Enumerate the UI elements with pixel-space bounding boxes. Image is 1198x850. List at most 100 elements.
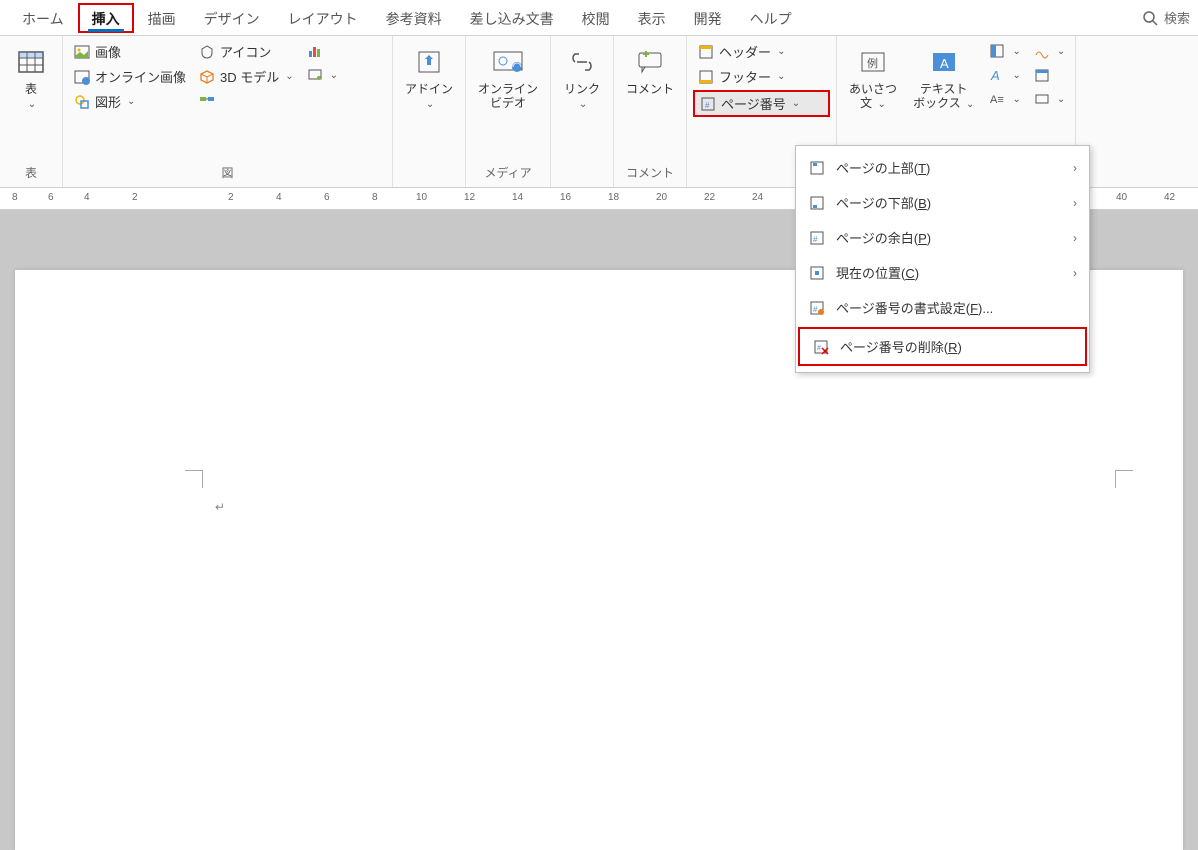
current-position-icon <box>808 264 826 282</box>
comment-icon <box>632 44 668 80</box>
tab-view[interactable]: 表示 <box>624 3 680 33</box>
online-picture-icon <box>73 68 91 86</box>
comment-button[interactable]: コメント <box>620 40 680 100</box>
chevron-right-icon: › <box>1073 231 1077 245</box>
link-icon <box>564 44 600 80</box>
footer-icon <box>697 68 715 86</box>
greeting-button[interactable]: 例 あいさつ 文 ⌄ <box>843 40 903 115</box>
dropcap-button[interactable]: A≡⌄ <box>984 88 1024 110</box>
svg-text:#: # <box>813 305 818 314</box>
group-addins: アドイン⌄ <box>393 36 466 187</box>
tab-design[interactable]: デザイン <box>190 3 274 33</box>
group-label-illustrations: 図 <box>69 160 386 187</box>
group-comments: コメント コメント <box>614 36 687 187</box>
group-label-links <box>557 177 607 187</box>
chart-button[interactable] <box>302 40 342 62</box>
chevron-right-icon: › <box>1073 196 1077 210</box>
menu-page-margins[interactable]: # ページの余白(P) › <box>796 220 1089 255</box>
dropcap-icon: A≡ <box>988 90 1006 108</box>
table-button[interactable]: 表⌄ <box>6 40 56 115</box>
tab-insert[interactable]: 挿入 <box>78 3 134 33</box>
quickparts-icon <box>988 42 1006 60</box>
icons-icon <box>198 43 216 61</box>
group-tables: 表⌄ 表 <box>0 36 63 187</box>
group-label-addins <box>399 177 459 187</box>
format-icon: # <box>808 299 826 317</box>
tab-help[interactable]: ヘルプ <box>736 3 806 33</box>
online-video-button[interactable]: オンライン ビデオ <box>472 40 544 115</box>
screenshot-button[interactable]: ⌄ <box>302 64 342 86</box>
picture-icon <box>73 43 91 61</box>
signature-icon <box>1033 42 1051 60</box>
group-illustrations: 画像 オンライン画像 図形⌄ アイコン 3D モデル⌄ <box>63 36 393 187</box>
svg-text:#: # <box>813 235 818 244</box>
link-button[interactable]: リンク⌄ <box>557 40 607 115</box>
tab-references[interactable]: 参考資料 <box>372 3 456 33</box>
page-number-button[interactable]: # ページ番号⌄ <box>693 90 830 117</box>
page-margin-icon: # <box>808 229 826 247</box>
shapes-button[interactable]: 図形⌄ <box>69 90 190 113</box>
svg-text:#: # <box>817 345 821 352</box>
chart-icon <box>306 42 324 60</box>
online-pictures-button[interactable]: オンライン画像 <box>69 65 190 88</box>
icons-button[interactable]: アイコン <box>194 40 298 63</box>
addins-button[interactable]: アドイン⌄ <box>399 40 459 115</box>
remove-icon: # <box>812 338 830 356</box>
menu-format-page-numbers[interactable]: # ページ番号の書式設定(F)... <box>796 290 1089 325</box>
paragraph-mark: ↵ <box>215 500 225 514</box>
group-links: リンク⌄ <box>551 36 614 187</box>
page-top-icon <box>808 159 826 177</box>
group-media: オンライン ビデオ メディア <box>466 36 551 187</box>
chevron-right-icon: › <box>1073 266 1077 280</box>
shapes-icon <box>73 93 91 111</box>
search-box[interactable]: 検索 <box>1142 8 1190 27</box>
table-icon <box>13 44 49 80</box>
page-bottom-icon <box>808 194 826 212</box>
object-icon <box>1033 90 1051 108</box>
smartart-button[interactable] <box>194 90 298 112</box>
svg-text:A≡: A≡ <box>990 94 1004 106</box>
object-button[interactable]: ⌄ <box>1029 88 1069 110</box>
svg-text:A: A <box>940 56 949 71</box>
svg-text:#: # <box>705 101 710 110</box>
tab-draw[interactable]: 描画 <box>134 3 190 33</box>
pictures-button[interactable]: 画像 <box>69 40 190 63</box>
addins-icon <box>411 44 447 80</box>
page-number-icon: # <box>699 95 717 113</box>
screenshot-icon <box>306 66 324 84</box>
footer-button[interactable]: フッター⌄ <box>693 65 830 88</box>
video-icon <box>490 44 526 80</box>
cube-icon <box>198 68 216 86</box>
chevron-right-icon: › <box>1073 161 1077 175</box>
menu-remove-page-numbers[interactable]: # ページ番号の削除(R) <box>798 327 1087 366</box>
ribbon-tabs: ホーム 挿入 描画 デザイン レイアウト 参考資料 差し込み文書 校閲 表示 開… <box>0 0 1198 36</box>
menu-page-top[interactable]: ページの上部(T) › <box>796 150 1089 185</box>
group-label-comments: コメント <box>620 160 680 187</box>
margin-marker-top-right <box>1115 470 1133 488</box>
signature-button[interactable]: ⌄ <box>1029 40 1069 62</box>
tab-home[interactable]: ホーム <box>8 3 78 33</box>
chevron-down-icon: ⌄ <box>28 99 36 110</box>
menu-current-position[interactable]: 現在の位置(C) › <box>796 255 1089 290</box>
header-icon <box>697 43 715 61</box>
datetime-button[interactable] <box>1029 64 1069 86</box>
header-button[interactable]: ヘッダー⌄ <box>693 40 830 63</box>
wordart-icon: A <box>988 66 1006 84</box>
tab-layout[interactable]: レイアウト <box>274 3 372 33</box>
quickparts-button[interactable]: ⌄ <box>984 40 1024 62</box>
wordart-button[interactable]: A⌄ <box>984 64 1024 86</box>
search-label: 検索 <box>1164 8 1190 27</box>
svg-text:A: A <box>990 68 1000 83</box>
search-icon <box>1142 10 1158 26</box>
page-number-dropdown: ページの上部(T) › ページの下部(B) › # ページの余白(P) › 現在… <box>795 145 1090 373</box>
tab-review[interactable]: 校閲 <box>568 3 624 33</box>
group-label-tables: 表 <box>6 160 56 187</box>
textbox-button[interactable]: A テキスト ボックス ⌄ <box>907 40 980 115</box>
group-label-media: メディア <box>472 160 544 187</box>
3d-models-button[interactable]: 3D モデル⌄ <box>194 65 298 88</box>
menu-page-bottom[interactable]: ページの下部(B) › <box>796 185 1089 220</box>
svg-text:例: 例 <box>867 56 878 70</box>
tab-mailings[interactable]: 差し込み文書 <box>456 3 568 33</box>
tab-developer[interactable]: 開発 <box>680 3 736 33</box>
greeting-icon: 例 <box>855 44 891 80</box>
